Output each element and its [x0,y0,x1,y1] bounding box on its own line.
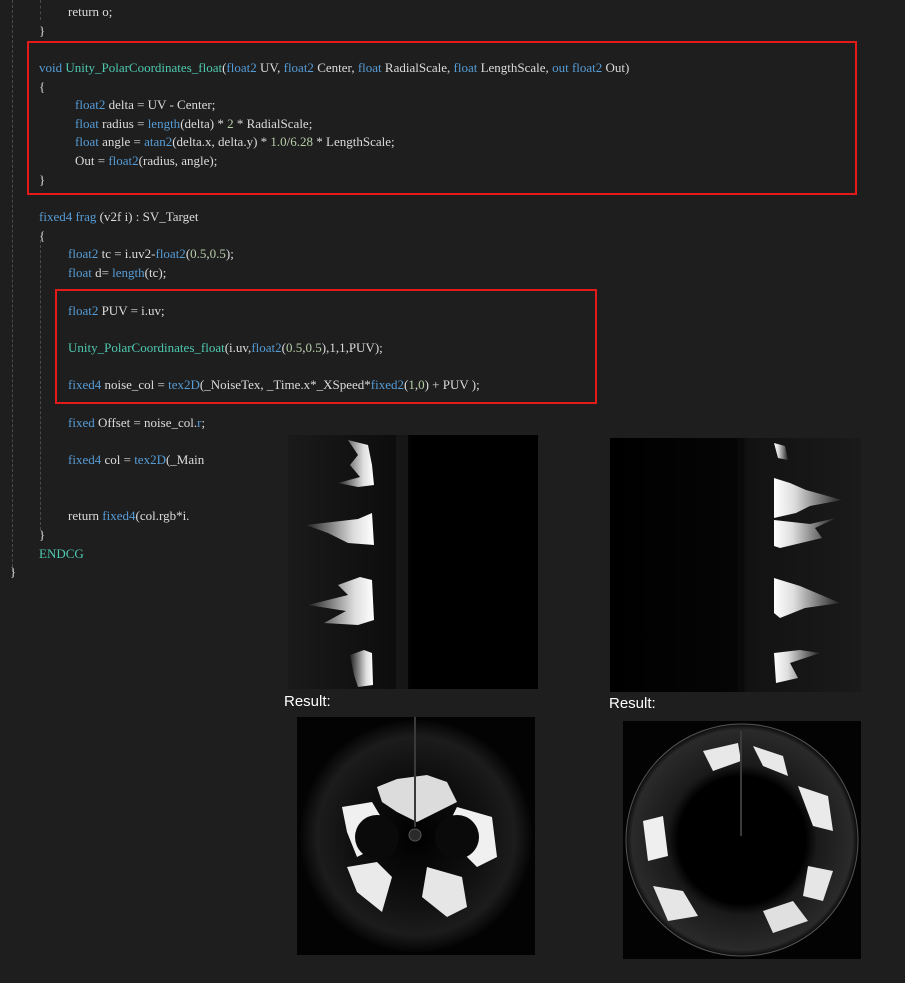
code-line: { [39,226,45,245]
result-label-right: Result: [609,695,656,712]
code-token: (tc); [144,265,167,280]
noise-texture-preview-right [610,438,861,692]
code-token: return o; [68,4,113,19]
code-token: { [39,228,46,243]
code-token: ENDCG [39,546,84,561]
code-token: fixed [68,415,95,430]
code-token: (_Main [165,452,205,467]
code-token: fixed4 [39,209,73,224]
code-line: fixed4 frag (v2f i) : SV_Target [39,207,199,226]
highlight-box-polar-usage [55,289,597,404]
code-token: ); [225,246,234,261]
code-token: col = [101,452,135,467]
code-line: fixed4 col = tex2D(_Main [68,450,204,469]
code-token: return [68,508,103,523]
code-token: length [112,265,145,280]
result-label-left: Result: [284,693,331,710]
noise-texture-image [610,438,861,692]
code-token: d= [91,265,113,280]
code-token: } [10,564,17,579]
code-line: } [39,21,45,40]
code-token: fixed4 [102,508,136,523]
code-token: tex2D [134,452,166,467]
code-token: 0.5 [190,246,207,261]
code-line: float d= length(tc); [68,263,166,282]
code-token: (col.rgb*i. [135,508,190,523]
result-render-right [623,721,861,959]
noise-texture-image [288,435,538,689]
code-line: return o; [68,2,112,21]
code-token: ; [201,415,206,430]
polar-result-image [297,717,535,955]
code-token: } [39,23,46,38]
code-token: float2 [68,246,99,261]
code-token: (v2f i) : SV_Target [96,209,199,224]
code-line: } [39,525,45,544]
code-token: tc = i.uv2- [98,246,156,261]
code-token: frag [75,209,97,224]
result-render-left [297,717,535,955]
code-token: float2 [155,246,186,261]
code-token: 0.5 [209,246,226,261]
polar-result-image [623,721,861,959]
code-line: fixed Offset = noise_col.r; [68,413,205,432]
code-token: } [39,527,46,542]
indent-guide [40,0,41,20]
noise-texture-preview-left [288,435,538,689]
code-line: return fixed4(col.rgb*i. [68,506,189,525]
code-line: } [10,562,16,581]
code-token: Offset = noise_col. [94,415,198,430]
indent-guide [12,0,13,572]
code-line: float2 tc = i.uv2-float2(0.5,0.5); [68,244,234,263]
code-token: fixed4 [68,452,102,467]
code-token: float [68,265,92,280]
highlight-box-polar-function [27,41,857,195]
code-line: ENDCG [39,544,84,563]
indent-guide [40,240,41,530]
